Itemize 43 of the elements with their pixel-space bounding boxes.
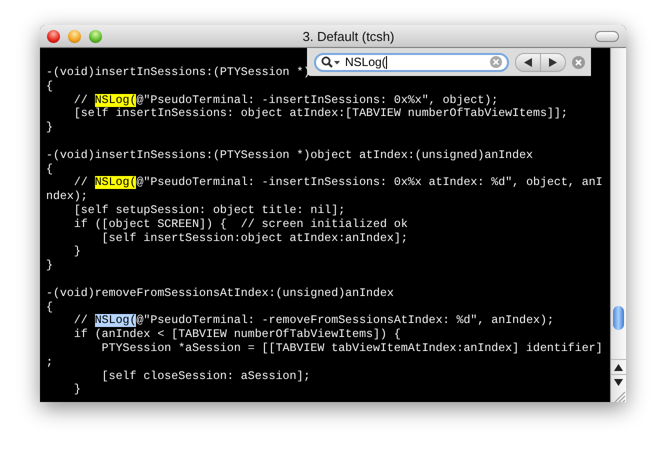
zoom-button[interactable] (89, 30, 102, 42)
code-text: ; (46, 356, 53, 369)
right-arrow-icon (549, 58, 557, 66)
search-icon (321, 56, 341, 68)
code-text: // (72, 94, 89, 107)
left-arrow-icon (524, 58, 532, 66)
scroll-up-button[interactable] (611, 359, 626, 374)
code-text: // (72, 176, 89, 190)
code-text: if ([object SCREEN]) { // screen initialized ok (72, 218, 408, 231)
code-text: // (72, 314, 89, 328)
code-text: [self insertSession:object atIndex:anIndex]; (100, 232, 408, 245)
code-text: -(void)removeFromSessionsAtIndex:(unsigned)anIndex (46, 286, 394, 300)
code-text: [self setupSession: object title: nil]; (72, 204, 346, 217)
search-match: NSLog( (94, 94, 136, 107)
search-field[interactable]: NSLog( (314, 52, 509, 72)
code-text: -(void)insertInSessions:(PTYSession *)object atIndex:(unsigned)anIndex (46, 148, 534, 162)
code-text: ndex); (46, 190, 88, 204)
code-text: @"PseudoTerminal: -removeFromSessionsAtIndex: %d", anIndex); (136, 314, 554, 328)
toolbar-toggle-button[interactable] (595, 30, 619, 42)
code-text: } (72, 383, 81, 396)
search-match: NSLog( (94, 314, 136, 328)
code-text: } (72, 245, 81, 258)
code-text: [self insertInSessions: object atIndex:[TABVIEW numberOfTabViewItems]]; (72, 107, 568, 120)
minimize-button[interactable] (68, 30, 81, 42)
code-text: [self closeSession: aSession]; (100, 370, 310, 383)
code-text: @"PseudoTerminal: -insertInSessions: 0x%x", object); (136, 94, 498, 107)
code-text: } (46, 121, 53, 134)
window-title: 3. Default (tcsh) (302, 28, 396, 44)
scroll-thumb[interactable] (613, 306, 624, 330)
clear-icon[interactable] (490, 56, 502, 68)
down-arrow-icon (614, 378, 623, 386)
search-match: NSLog( (94, 176, 136, 190)
code-text: { (46, 300, 53, 314)
close-button[interactable] (47, 30, 60, 42)
code-text: PTYSession *aSession = [[TABVIEW tabViewItemAtIndex:anIndex] identifier] (100, 342, 603, 355)
scroll-bar[interactable] (610, 48, 626, 402)
code-text: { (46, 162, 53, 176)
code-text: } (46, 259, 53, 272)
close-icon[interactable] (572, 56, 585, 68)
up-arrow-icon (614, 364, 623, 370)
code-text: @"PseudoTerminal: -insertInSessions: 0x%x atIndex: %d", object, anI (136, 176, 603, 190)
code-text: if (anIndex < [TABVIEW numberOfTabViewItems]) { (72, 328, 401, 342)
code-text: { (46, 80, 53, 93)
